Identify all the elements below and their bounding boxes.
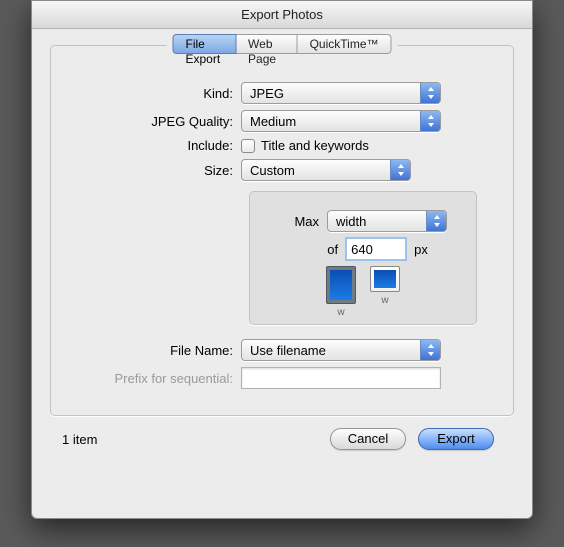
- prefix-label: Prefix for sequential:: [69, 371, 241, 386]
- dimension-select[interactable]: width: [327, 210, 447, 232]
- select-arrows-icon: [420, 111, 440, 131]
- export-photos-dialog: Export Photos File Export Web Page Quick…: [31, 0, 533, 519]
- quality-label: JPEG Quality:: [69, 114, 241, 129]
- select-arrows-icon: [420, 340, 440, 360]
- orientation-landscape-label: w: [370, 295, 400, 306]
- size-value: Custom: [242, 163, 390, 178]
- orientation-landscape[interactable]: w: [370, 266, 400, 318]
- tab-file-export[interactable]: File Export: [173, 34, 237, 54]
- select-arrows-icon: [390, 160, 410, 180]
- orientation-portrait-label: w: [326, 307, 356, 318]
- px-label: px: [414, 242, 428, 257]
- dialog-footer: 1 item Cancel Export: [50, 416, 514, 450]
- filename-label: File Name:: [69, 343, 241, 358]
- quality-select[interactable]: Medium: [241, 110, 441, 132]
- dimension-value: width: [328, 214, 426, 229]
- kind-value: JPEG: [242, 86, 420, 101]
- filename-value: Use filename: [242, 343, 420, 358]
- size-label: Size:: [69, 163, 241, 178]
- pixels-input[interactable]: [346, 238, 406, 260]
- dialog-title: Export Photos: [32, 1, 532, 29]
- orientation-portrait[interactable]: w: [326, 266, 356, 318]
- size-select[interactable]: Custom: [241, 159, 411, 181]
- select-arrows-icon: [420, 83, 440, 103]
- cancel-button[interactable]: Cancel: [330, 428, 406, 450]
- tab-quicktime[interactable]: QuickTime™: [298, 34, 392, 54]
- prefix-input[interactable]: [241, 367, 441, 389]
- of-label: of: [298, 242, 338, 257]
- max-label: Max: [279, 214, 319, 229]
- quality-value: Medium: [242, 114, 420, 129]
- kind-select[interactable]: JPEG: [241, 82, 441, 104]
- options-panel: File Export Web Page QuickTime™ Kind: JP…: [50, 45, 514, 416]
- title-keywords-checkbox[interactable]: [241, 139, 255, 153]
- tab-group: File Export Web Page QuickTime™: [167, 34, 398, 54]
- filename-select[interactable]: Use filename: [241, 339, 441, 361]
- tab-web-page[interactable]: Web Page: [236, 34, 298, 54]
- kind-label: Kind:: [69, 86, 241, 101]
- title-keywords-label: Title and keywords: [261, 138, 369, 153]
- select-arrows-icon: [426, 211, 446, 231]
- export-button[interactable]: Export: [418, 428, 494, 450]
- include-label: Include:: [69, 138, 241, 153]
- item-count: 1 item: [62, 432, 318, 447]
- size-subpanel: Max width of px w: [249, 191, 477, 325]
